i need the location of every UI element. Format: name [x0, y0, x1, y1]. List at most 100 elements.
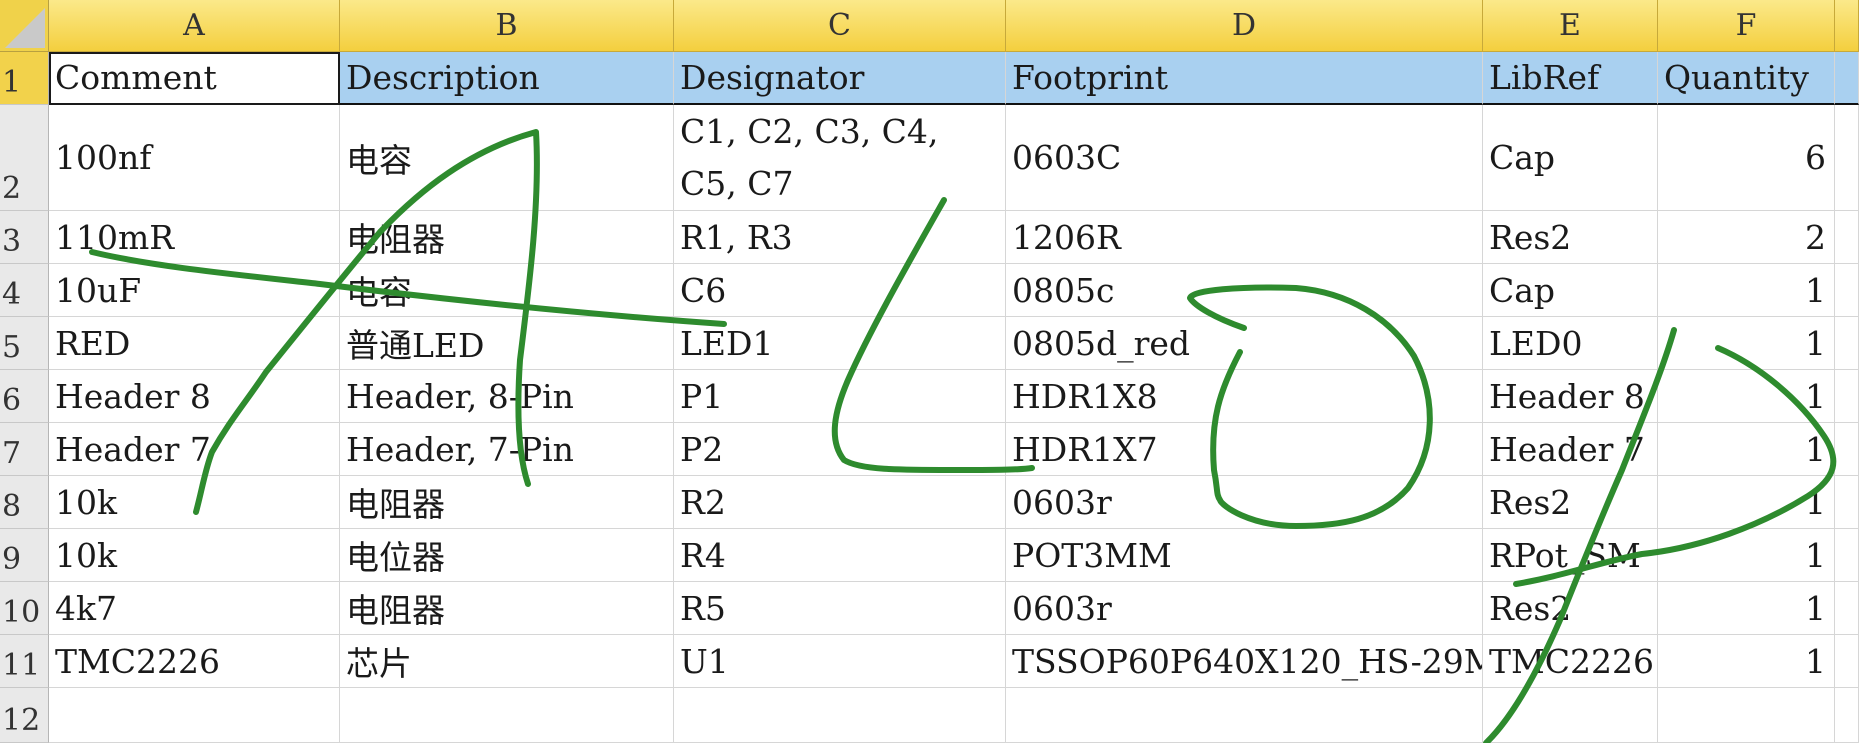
cell-a9[interactable]: 10k	[49, 529, 340, 582]
cell-g4[interactable]	[1835, 264, 1859, 317]
cell-b11[interactable]: 芯片	[340, 635, 674, 688]
cell-c11[interactable]: U1	[674, 635, 1006, 688]
cell-e8[interactable]: Res2	[1483, 476, 1658, 529]
cell-d4[interactable]: 0805c	[1006, 264, 1483, 317]
cell-f1[interactable]: Quantity	[1658, 52, 1835, 105]
cell-b4[interactable]: 电容	[340, 264, 674, 317]
cell-d10[interactable]: 0603r	[1006, 582, 1483, 635]
cell-f2[interactable]: 6	[1658, 105, 1835, 211]
cell-a12[interactable]	[49, 688, 340, 743]
cell-e7[interactable]: Header 7	[1483, 423, 1658, 476]
cell-g6[interactable]	[1835, 370, 1859, 423]
cell-b12[interactable]	[340, 688, 674, 743]
cell-a8[interactable]: 10k	[49, 476, 340, 529]
cell-e4[interactable]: Cap	[1483, 264, 1658, 317]
cell-e9[interactable]: RPot_SM	[1483, 529, 1658, 582]
column-header-b[interactable]: B	[340, 0, 674, 52]
cell-g7[interactable]	[1835, 423, 1859, 476]
column-header-f[interactable]: F	[1658, 0, 1835, 52]
cell-e10[interactable]: Res2	[1483, 582, 1658, 635]
cell-f9[interactable]: 1	[1658, 529, 1835, 582]
cell-f4[interactable]: 1	[1658, 264, 1835, 317]
cell-c6[interactable]: P1	[674, 370, 1006, 423]
cell-g8[interactable]	[1835, 476, 1859, 529]
column-header-g[interactable]	[1835, 0, 1859, 52]
cell-a3[interactable]: 110mR	[49, 211, 340, 264]
row-header-8[interactable]: 8	[0, 476, 49, 529]
row-header-1[interactable]: 1	[0, 52, 49, 105]
cell-e1[interactable]: LibRef	[1483, 52, 1658, 105]
cell-a1[interactable]: Comment	[49, 52, 340, 105]
row-header-7[interactable]: 7	[0, 423, 49, 476]
cell-d2[interactable]: 0603C	[1006, 105, 1483, 211]
cell-a10[interactable]: 4k7	[49, 582, 340, 635]
cell-b8[interactable]: 电阻器	[340, 476, 674, 529]
cell-c5[interactable]: LED1	[674, 317, 1006, 370]
cell-g5[interactable]	[1835, 317, 1859, 370]
cell-d5[interactable]: 0805d_red	[1006, 317, 1483, 370]
cell-e11[interactable]: TMC2226	[1483, 635, 1658, 688]
cell-c12[interactable]	[674, 688, 1006, 743]
row-header-10[interactable]: 10	[0, 582, 49, 635]
row-header-6[interactable]: 6	[0, 370, 49, 423]
cell-b5[interactable]: 普通LED	[340, 317, 674, 370]
cell-g2[interactable]	[1835, 105, 1859, 211]
cell-e5[interactable]: LED0	[1483, 317, 1658, 370]
cell-a6[interactable]: Header 8	[49, 370, 340, 423]
cell-b6[interactable]: Header, 8-Pin	[340, 370, 674, 423]
column-header-e[interactable]: E	[1483, 0, 1658, 52]
cell-f12[interactable]	[1658, 688, 1835, 743]
cell-b10[interactable]: 电阻器	[340, 582, 674, 635]
row-header-9[interactable]: 9	[0, 529, 49, 582]
cell-b9[interactable]: 电位器	[340, 529, 674, 582]
select-all-button[interactable]	[0, 0, 49, 52]
row-header-11[interactable]: 11	[0, 635, 49, 688]
cell-g3[interactable]	[1835, 211, 1859, 264]
column-header-a[interactable]: A	[49, 0, 340, 52]
cell-c7[interactable]: P2	[674, 423, 1006, 476]
cell-d6[interactable]: HDR1X8	[1006, 370, 1483, 423]
cell-d3[interactable]: 1206R	[1006, 211, 1483, 264]
cell-a5[interactable]: RED	[49, 317, 340, 370]
cell-g11[interactable]	[1835, 635, 1859, 688]
cell-g1[interactable]	[1835, 52, 1859, 105]
cell-d8[interactable]: 0603r	[1006, 476, 1483, 529]
row-header-2[interactable]: 2	[0, 105, 49, 211]
cell-b3[interactable]: 电阻器	[340, 211, 674, 264]
cell-e12[interactable]	[1483, 688, 1658, 743]
column-header-c[interactable]: C	[674, 0, 1006, 52]
cell-f10[interactable]: 1	[1658, 582, 1835, 635]
cell-f6[interactable]: 1	[1658, 370, 1835, 423]
cell-c3[interactable]: R1, R3	[674, 211, 1006, 264]
cell-a2[interactable]: 100nf	[49, 105, 340, 211]
cell-c2[interactable]: C1, C2, C3, C4, C5, C7	[674, 105, 1006, 211]
cell-d12[interactable]	[1006, 688, 1483, 743]
cell-f5[interactable]: 1	[1658, 317, 1835, 370]
cell-e3[interactable]: Res2	[1483, 211, 1658, 264]
cell-d9[interactable]: POT3MM	[1006, 529, 1483, 582]
cell-d11[interactable]: TSSOP60P640X120_HS-29M	[1006, 635, 1483, 688]
cell-d7[interactable]: HDR1X7	[1006, 423, 1483, 476]
cell-a7[interactable]: Header 7	[49, 423, 340, 476]
cell-c10[interactable]: R5	[674, 582, 1006, 635]
cell-c8[interactable]: R2	[674, 476, 1006, 529]
cell-e6[interactable]: Header 8	[1483, 370, 1658, 423]
cell-f8[interactable]: 1	[1658, 476, 1835, 529]
cell-b1[interactable]: Description	[340, 52, 674, 105]
cell-e2[interactable]: Cap	[1483, 105, 1658, 211]
cell-g10[interactable]	[1835, 582, 1859, 635]
row-header-4[interactable]: 4	[0, 264, 49, 317]
cell-f7[interactable]: 1	[1658, 423, 1835, 476]
row-header-12[interactable]: 12	[0, 688, 49, 743]
row-header-3[interactable]: 3	[0, 211, 49, 264]
cell-c4[interactable]: C6	[674, 264, 1006, 317]
cell-c1[interactable]: Designator	[674, 52, 1006, 105]
cell-b2[interactable]: 电容	[340, 105, 674, 211]
cell-g9[interactable]	[1835, 529, 1859, 582]
cell-f3[interactable]: 2	[1658, 211, 1835, 264]
cell-a4[interactable]: 10uF	[49, 264, 340, 317]
cell-c9[interactable]: R4	[674, 529, 1006, 582]
cell-f11[interactable]: 1	[1658, 635, 1835, 688]
row-header-5[interactable]: 5	[0, 317, 49, 370]
cell-d1[interactable]: Footprint	[1006, 52, 1483, 105]
